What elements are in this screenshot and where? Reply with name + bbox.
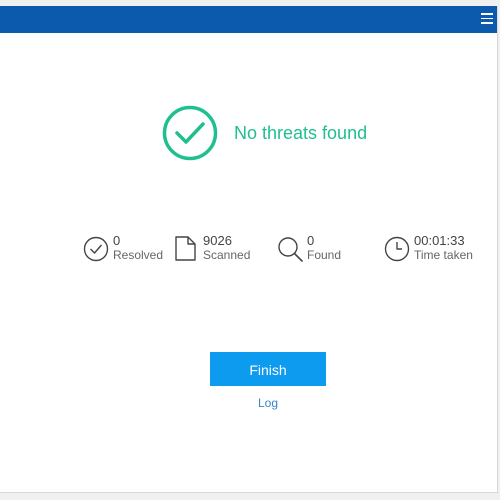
stat-resolved-label: Resolved <box>113 248 164 262</box>
stat-time-taken: 00:01:33 Time taken <box>383 234 473 263</box>
check-circle-icon <box>83 236 109 262</box>
stat-scanned-label: Scanned <box>203 248 251 262</box>
stat-scanned: 9026 Scanned <box>172 234 250 263</box>
magnifier-icon <box>278 237 303 262</box>
stat-resolved-value: 0 <box>113 233 121 248</box>
stat-time-value: 00:01:33 <box>414 233 465 248</box>
title-bar <box>0 6 497 33</box>
finish-button[interactable]: Finish <box>210 352 326 386</box>
stat-found-label: Found <box>307 248 342 262</box>
document-icon <box>175 236 196 261</box>
stat-resolved: 0 Resolved <box>82 234 163 263</box>
hamburger-menu-icon[interactable] <box>481 13 493 25</box>
result-title: No threats found <box>234 122 368 143</box>
scan-result: No threats found <box>162 105 367 161</box>
check-circle-icon <box>162 105 218 161</box>
app-window: No threats found 0 Resolved 9026 Scanned… <box>0 6 498 493</box>
stat-found-value: 0 <box>307 233 315 248</box>
stat-scanned-value: 9026 <box>203 233 232 248</box>
log-link[interactable]: Log <box>210 396 326 410</box>
clock-icon <box>384 236 410 262</box>
stat-found: 0 Found <box>276 234 341 263</box>
stat-time-label: Time taken <box>414 248 473 262</box>
